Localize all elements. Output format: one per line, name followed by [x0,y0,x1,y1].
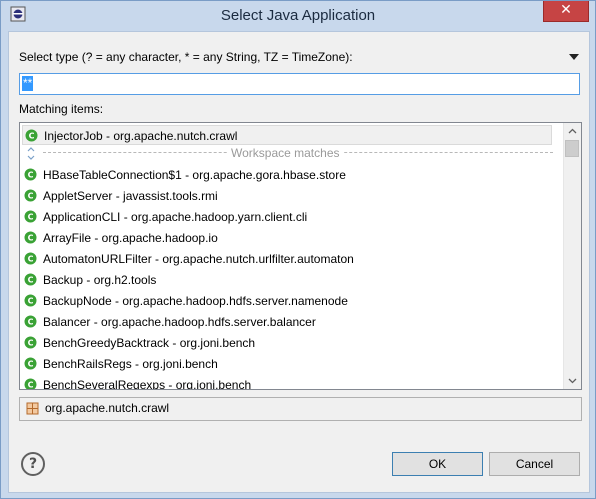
list-item-label: HBaseTableConnection$1 - org.apache.gora… [43,168,346,182]
list-item-history[interactable]: C InjectorJob - org.apache.nutch.crawl [22,125,552,145]
package-name: org.apache.nutch.crawl [45,401,170,415]
close-button[interactable]: ✕ [543,1,589,22]
svg-text:C: C [28,234,34,243]
workspace-matches-separator: Workspace matches [22,145,553,161]
ok-button[interactable]: OK [392,452,483,476]
class-run-icon: C [24,168,37,181]
list-item-label: Balancer - org.apache.hadoop.hdfs.server… [43,315,316,329]
list-item-label: BenchRailsRegs - org.joni.bench [43,357,218,371]
list-item-label: BenchGreedyBacktrack - org.joni.bench [43,336,256,350]
title-bar[interactable]: Select Java Application ✕ [1,1,595,31]
list-item[interactable]: C ArrayFile - org.apache.hadoop.io [22,228,552,248]
list-item[interactable]: C HBaseTableConnection$1 - org.apache.gor… [22,165,552,185]
list-item-label: AppletServer - javassist.tools.rmi [43,189,218,203]
list-item[interactable]: C BenchGreedyBacktrack - org.joni.bench [22,333,552,353]
class-run-icon: C [24,189,37,202]
filter-label: Select type (? = any character, * = any … [19,50,353,64]
list-item[interactable]: C AppletServer - javassist.tools.rmi [22,186,552,206]
class-run-icon: C [24,315,37,328]
class-run-icon: C [25,129,38,142]
separator-label: Workspace matches [227,145,344,161]
help-icon[interactable]: ? [21,452,45,476]
list-item-label: BackupNode - org.apache.hadoop.hdfs.serv… [43,294,348,308]
svg-text:C: C [28,276,34,285]
svg-text:C: C [28,360,34,369]
svg-text:C: C [28,213,34,222]
list-item-label: BenchSeveralRegexps - org.joni.bench [43,378,252,390]
matching-items-list[interactable]: C InjectorJob - org.apache.nutch.crawl W… [19,122,582,390]
class-run-icon: C [24,210,37,223]
cancel-button[interactable]: Cancel [489,452,580,476]
svg-text:C: C [29,132,35,141]
svg-text:C: C [28,192,34,201]
class-run-icon: C [24,231,37,244]
list-item[interactable]: C BenchRailsRegs - org.joni.bench [22,354,552,374]
filter-selected-text[interactable]: ** [22,76,34,91]
svg-text:C: C [28,255,34,264]
class-run-icon: C [24,294,37,307]
list-item-label: InjectorJob - org.apache.nutch.crawl [44,129,238,143]
dialog-body: Select type (? = any character, * = any … [8,31,590,493]
svg-text:C: C [28,381,34,390]
package-details: org.apache.nutch.crawl [19,397,582,421]
class-run-icon: C [24,336,37,349]
list-scrollbar[interactable] [563,123,581,389]
list-item-label: AutomatonURLFilter - org.apache.nutch.ur… [43,252,354,266]
class-run-icon: C [24,273,37,286]
select-java-application-dialog: Select Java Application ✕ Select type (?… [0,0,596,499]
window-title: Select Java Application [220,7,376,24]
list-item[interactable]: C Backup - org.h2.tools [22,270,552,290]
list-item[interactable]: C BenchSeveralRegexps - org.joni.bench [22,375,552,390]
list-item[interactable]: C Balancer - org.apache.hadoop.hdfs.serve… [22,312,552,332]
list-item[interactable]: C AutomatonURLFilter - org.apache.nutch.u… [22,249,552,269]
type-filter-input[interactable]: ** [19,73,580,95]
view-menu-dropdown-icon[interactable] [569,54,579,60]
svg-text:C: C [28,318,34,327]
list-item-label: ArrayFile - org.apache.hadoop.io [43,231,218,245]
class-run-icon: C [24,378,37,390]
scroll-up-arrow-icon[interactable] [564,123,581,140]
list-item[interactable]: C BackupNode - org.apache.hadoop.hdfs.ser… [22,291,552,311]
list-item-label: ApplicationCLI - org.apache.hadoop.yarn.… [43,210,308,224]
scroll-down-arrow-icon[interactable] [564,372,581,389]
class-run-icon: C [24,252,37,265]
matching-items-label: Matching items: [19,102,104,116]
list-item[interactable]: C ApplicationCLI - org.apache.hadoop.yarn… [22,207,552,227]
list-item-label: Backup - org.h2.tools [43,273,157,287]
double-chevron-icon [27,147,35,160]
svg-text:C: C [28,297,34,306]
package-icon [26,402,39,415]
class-run-icon: C [24,357,37,370]
svg-text:C: C [28,339,34,348]
scroll-thumb[interactable] [565,140,579,157]
svg-text:C: C [28,171,34,180]
